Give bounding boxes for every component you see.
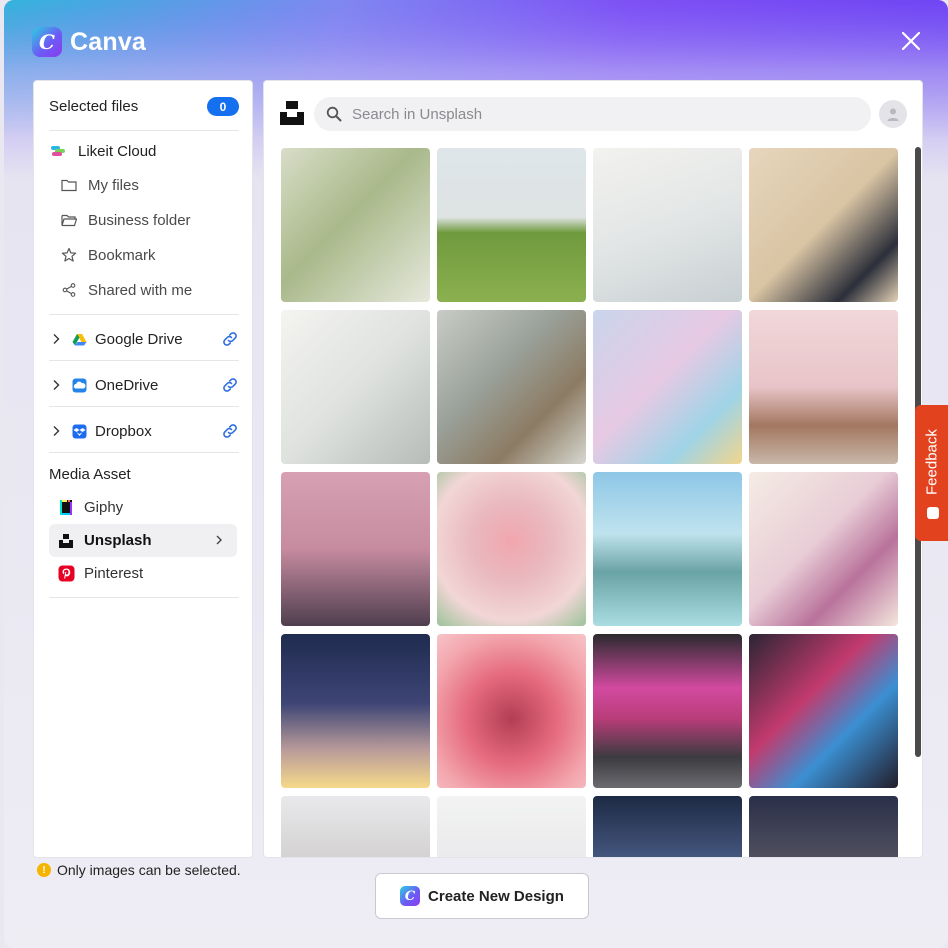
canva-logo-icon: C	[32, 27, 62, 57]
image-tile-3d-shapes[interactable]	[593, 310, 742, 464]
sidebar-item-business-folder[interactable]: Business folder	[59, 210, 239, 230]
sidebar-item-label: Bookmark	[88, 246, 156, 264]
likeit-cloud-item[interactable]: Likeit Cloud	[49, 141, 239, 161]
image-tile-starry-gradient-sky[interactable]	[281, 634, 430, 788]
star-icon	[59, 245, 79, 265]
folder-open-icon	[59, 210, 79, 230]
share-icon	[59, 280, 79, 300]
likeit-cloud-label: Likeit Cloud	[78, 142, 157, 160]
image-tile-branches-film[interactable]	[281, 148, 430, 302]
image-tile-neon-street-night[interactable]	[749, 634, 898, 788]
image-tile-magnolia-branch[interactable]	[749, 472, 898, 626]
link-icon[interactable]	[221, 376, 239, 394]
sidebar-item-label: Business folder	[88, 211, 191, 229]
image-tile-rocky-shore[interactable]	[437, 310, 586, 464]
google-drive-icon	[69, 329, 89, 349]
feedback-label: Feedback	[923, 429, 941, 495]
divider	[49, 360, 239, 361]
image-tile-night-sky-clouds[interactable]	[749, 796, 898, 857]
search-icon	[326, 106, 342, 122]
divider	[49, 314, 239, 315]
sidebar-item-bookmark[interactable]: Bookmark	[59, 245, 239, 265]
pinterest-icon	[57, 565, 75, 583]
likeit-cloud-icon	[49, 141, 69, 161]
media-asset-title: Media Asset	[49, 466, 131, 483]
selected-count-badge: 0	[207, 97, 239, 116]
canva-logo-icon: C	[400, 886, 421, 906]
image-tile-city-facade[interactable]	[281, 796, 430, 857]
asset-unsplash[interactable]: Unsplash	[49, 524, 237, 557]
image-tile-city-lights-aerial[interactable]	[593, 796, 742, 857]
asset-giphy[interactable]: Giphy	[49, 491, 237, 524]
link-icon[interactable]	[221, 422, 239, 440]
image-tile-white-flowers[interactable]	[437, 796, 586, 857]
selected-files-label: Selected files	[49, 98, 139, 115]
create-new-design-button[interactable]: C Create New Design	[375, 873, 589, 919]
dropbox-label: Dropbox	[95, 422, 152, 440]
image-tile-white-building-film[interactable]	[281, 310, 430, 464]
image-tile-wine-bottles[interactable]	[749, 148, 898, 302]
dropbox-item[interactable]: Dropbox	[49, 421, 239, 441]
asset-label: Unsplash	[84, 532, 152, 549]
sidebar-item-my-files[interactable]: My files	[59, 175, 239, 195]
divider	[49, 597, 239, 598]
divider	[49, 406, 239, 407]
asset-label: Giphy	[84, 499, 124, 516]
unsplash-panel	[263, 80, 923, 858]
onedrive-label: OneDrive	[95, 376, 159, 394]
image-tile-neon-lantern-station[interactable]	[593, 634, 742, 788]
giphy-icon	[57, 499, 75, 517]
image-grid	[281, 148, 901, 857]
image-tile-lone-tree-hill[interactable]	[437, 148, 586, 302]
google-drive-item[interactable]: Google Drive	[49, 329, 239, 349]
selection-note-text: Only images can be selected.	[57, 862, 241, 878]
feedback-icon	[927, 507, 939, 519]
asset-label: Pinterest	[84, 565, 144, 582]
sidebar: Selected files 0 Likeit Cloud My files B…	[33, 80, 253, 858]
search-input[interactable]	[352, 105, 832, 123]
chevron-right-icon	[216, 535, 222, 545]
brand: C Canva	[32, 27, 146, 57]
image-tile-pink-cube-macro[interactable]	[437, 634, 586, 788]
info-icon: !	[37, 863, 51, 877]
selection-note: ! Only images can be selected.	[37, 862, 241, 878]
chevron-right-icon	[49, 378, 63, 392]
onedrive-icon	[69, 375, 89, 395]
onedrive-item[interactable]: OneDrive	[49, 375, 239, 395]
dropbox-icon	[69, 421, 89, 441]
link-icon[interactable]	[221, 330, 239, 348]
asset-pinterest[interactable]: Pinterest	[49, 557, 237, 590]
image-tile-books-stack[interactable]	[593, 148, 742, 302]
sidebar-item-label: My files	[88, 176, 139, 194]
create-new-design-label: Create New Design	[428, 887, 564, 905]
image-tile-fountain-park[interactable]	[593, 472, 742, 626]
image-tile-cherry-blossom-house[interactable]	[749, 310, 898, 464]
image-tile-pink-tulip[interactable]	[437, 472, 586, 626]
selected-files-header: Selected files 0	[49, 83, 239, 131]
close-icon[interactable]	[900, 30, 922, 52]
user-icon	[887, 108, 899, 121]
google-drive-label: Google Drive	[95, 330, 183, 348]
chevron-right-icon	[49, 332, 63, 346]
sidebar-item-label: Shared with me	[88, 281, 193, 299]
user-avatar[interactable]	[879, 100, 907, 128]
divider	[49, 452, 239, 453]
unsplash-icon	[57, 532, 75, 550]
image-tile-pink-clouds[interactable]	[281, 472, 430, 626]
canva-modal: C Canva Selected files 0 Likeit Cloud My…	[4, 0, 948, 948]
unsplash-logo-icon	[280, 101, 304, 125]
chevron-right-icon	[49, 424, 63, 438]
search-bar[interactable]	[314, 97, 871, 131]
sidebar-item-shared-with-me[interactable]: Shared with me	[59, 280, 239, 300]
feedback-tab[interactable]: Feedback	[915, 405, 948, 541]
brand-name: Canva	[70, 27, 147, 56]
folder-icon	[59, 175, 79, 195]
